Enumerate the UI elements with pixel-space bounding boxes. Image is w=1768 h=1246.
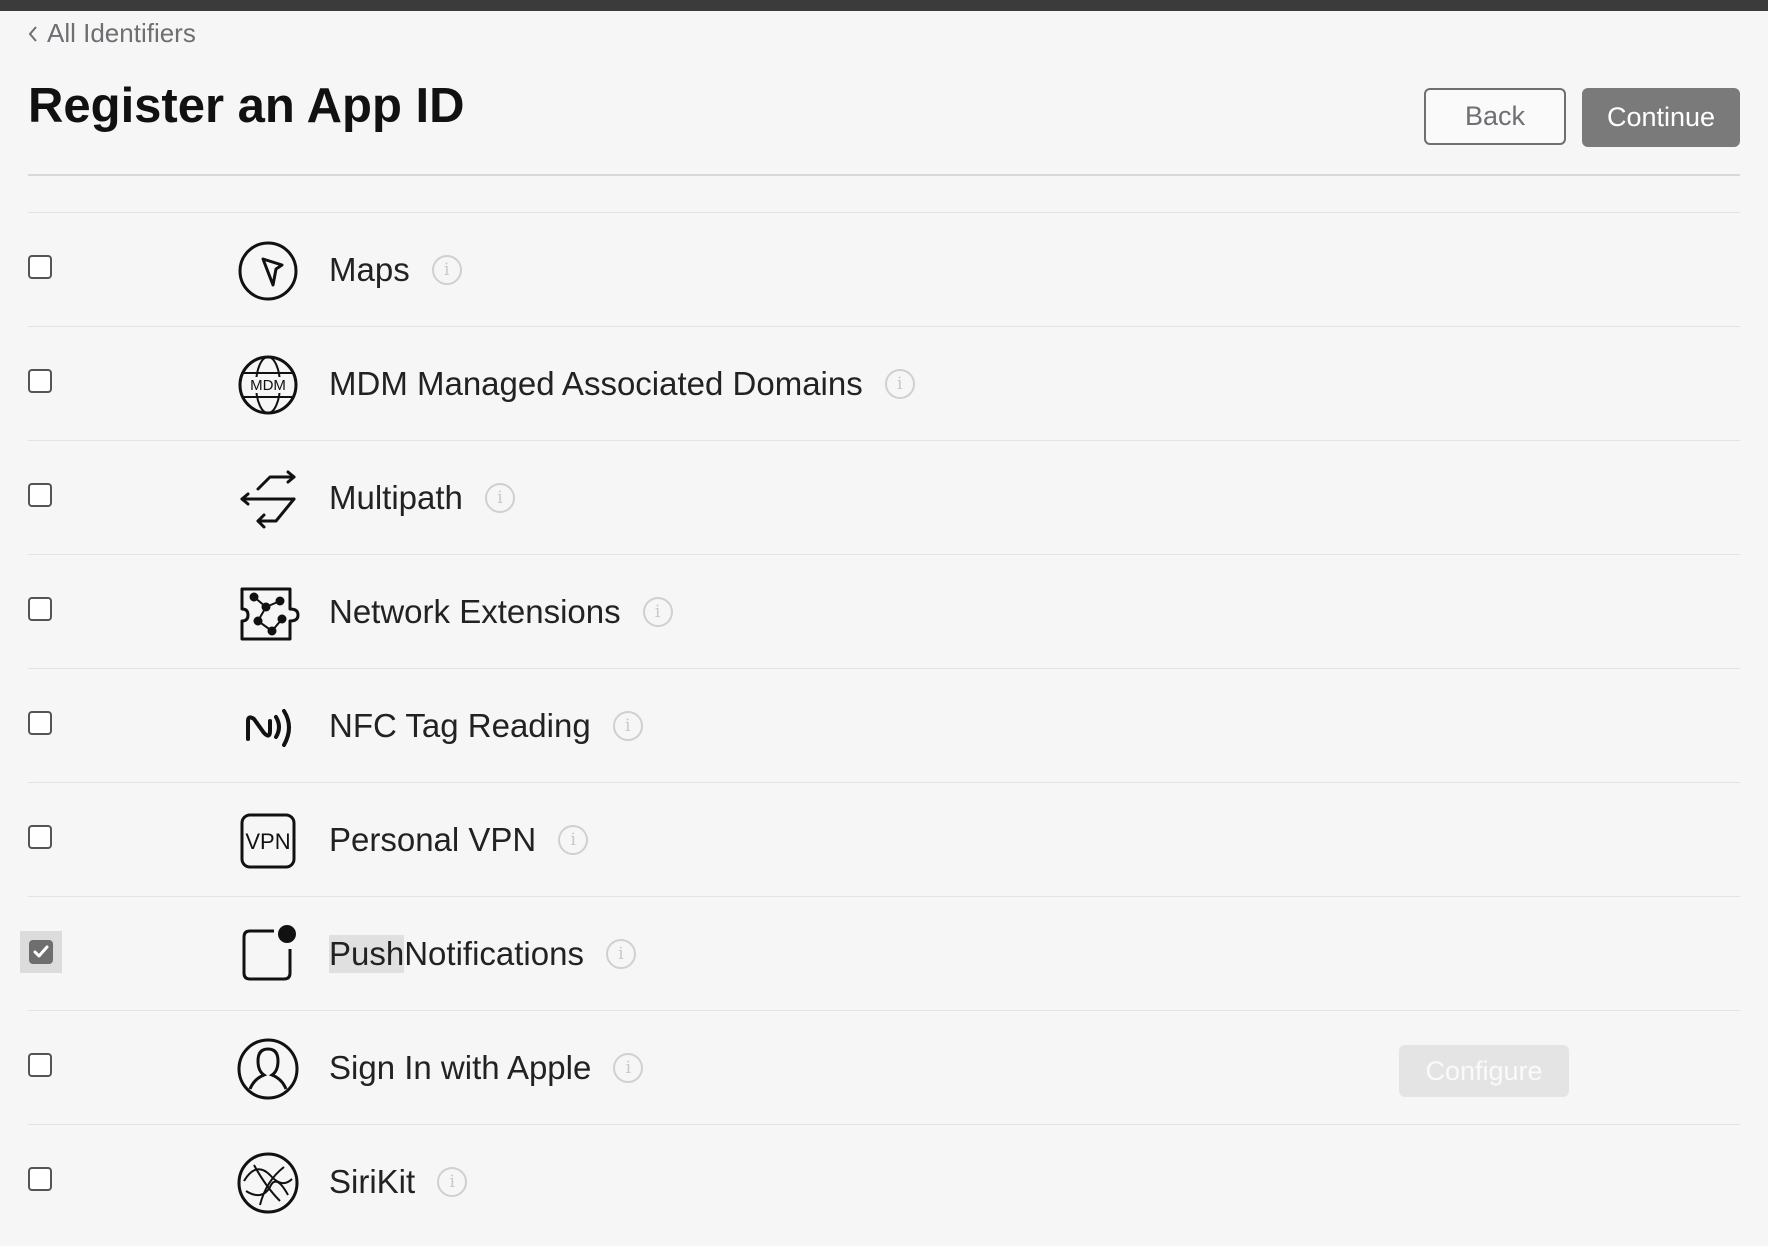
checkbox-network-extensions[interactable] (28, 597, 52, 621)
continue-button[interactable]: Continue (1582, 88, 1740, 147)
capability-row-sign-in-with-apple: Sign In with Apple i Configure (28, 1010, 1740, 1124)
checkbox-sirikit[interactable] (28, 1167, 52, 1191)
vpn-icon-text: VPN (245, 829, 290, 854)
nfc-icon (236, 695, 300, 759)
checkbox-push-notifications[interactable] (29, 940, 53, 964)
breadcrumb-label: All Identifiers (47, 18, 196, 48)
capability-label: NFC Tag Reading i (329, 707, 643, 745)
breadcrumb[interactable]: All Identifiers (27, 18, 196, 49)
capabilities-list: Maps i MDM MDM Managed Associated Domain… (20, 212, 1740, 1238)
capability-label: MDM Managed Associated Domains i (329, 365, 915, 403)
checkbox-mdm-managed-associated-domains[interactable] (28, 369, 52, 393)
checkbox-multipath[interactable] (28, 483, 52, 507)
capability-label: Maps i (329, 251, 462, 289)
chevron-left-icon (28, 25, 37, 42)
back-button[interactable]: Back (1424, 88, 1566, 145)
network-puzzle-icon (236, 581, 300, 645)
capability-row-nfc-tag-reading: NFC Tag Reading i (28, 668, 1740, 782)
info-icon[interactable]: i (642, 597, 673, 627)
capability-row-mdm-managed-associated-domains: MDM MDM Managed Associated Domains i (28, 326, 1740, 440)
checkbox-focus-highlight (20, 931, 62, 973)
capability-label: Network Extensions i (329, 593, 673, 631)
configure-button[interactable]: Configure (1399, 1045, 1569, 1097)
info-icon[interactable]: i (558, 825, 589, 855)
mdm-icon-text: MDM (250, 377, 286, 394)
checkbox-sign-in-with-apple[interactable] (28, 1053, 52, 1077)
info-icon[interactable]: i (612, 711, 643, 741)
info-icon[interactable]: i (884, 369, 915, 399)
header-divider (28, 174, 1740, 176)
checkbox-maps[interactable] (28, 255, 52, 279)
siri-icon (236, 1151, 300, 1215)
info-icon[interactable]: i (437, 1167, 468, 1197)
page-title: Register an App ID (28, 79, 465, 133)
checkmark-icon (33, 945, 49, 958)
capability-label: Personal VPN i (329, 821, 589, 859)
vpn-icon: VPN (236, 809, 300, 873)
user-silhouette-icon (236, 1037, 300, 1101)
capability-row-multipath: Multipath i (28, 440, 1740, 554)
capability-row-personal-vpn: VPN Personal VPN i (28, 782, 1740, 896)
capability-label: Sign In with Apple i (329, 1049, 644, 1087)
capability-row-maps: Maps i (28, 212, 1740, 326)
compass-icon (236, 239, 300, 303)
multipath-arrows-icon (236, 467, 300, 531)
mdm-globe-icon: MDM (236, 353, 300, 417)
checkbox-nfc-tag-reading[interactable] (28, 711, 52, 735)
info-icon[interactable]: i (613, 1053, 644, 1083)
info-icon[interactable]: i (431, 255, 462, 285)
info-icon[interactable]: i (605, 939, 636, 969)
capability-row-push-notifications: Push Notifications i (20, 896, 1740, 1010)
capability-label: Push Notifications i (329, 935, 636, 973)
window-top-bar (0, 0, 1768, 11)
push-notification-icon (236, 923, 300, 987)
capability-row-sirikit: SiriKit i (28, 1124, 1740, 1238)
highlighted-text: Push (329, 935, 405, 973)
capability-row-network-extensions: Network Extensions i (28, 554, 1740, 668)
info-icon[interactable]: i (484, 483, 515, 513)
checkbox-personal-vpn[interactable] (28, 825, 52, 849)
capability-label: SiriKit i (329, 1163, 468, 1201)
capability-label: Multipath i (329, 479, 515, 517)
